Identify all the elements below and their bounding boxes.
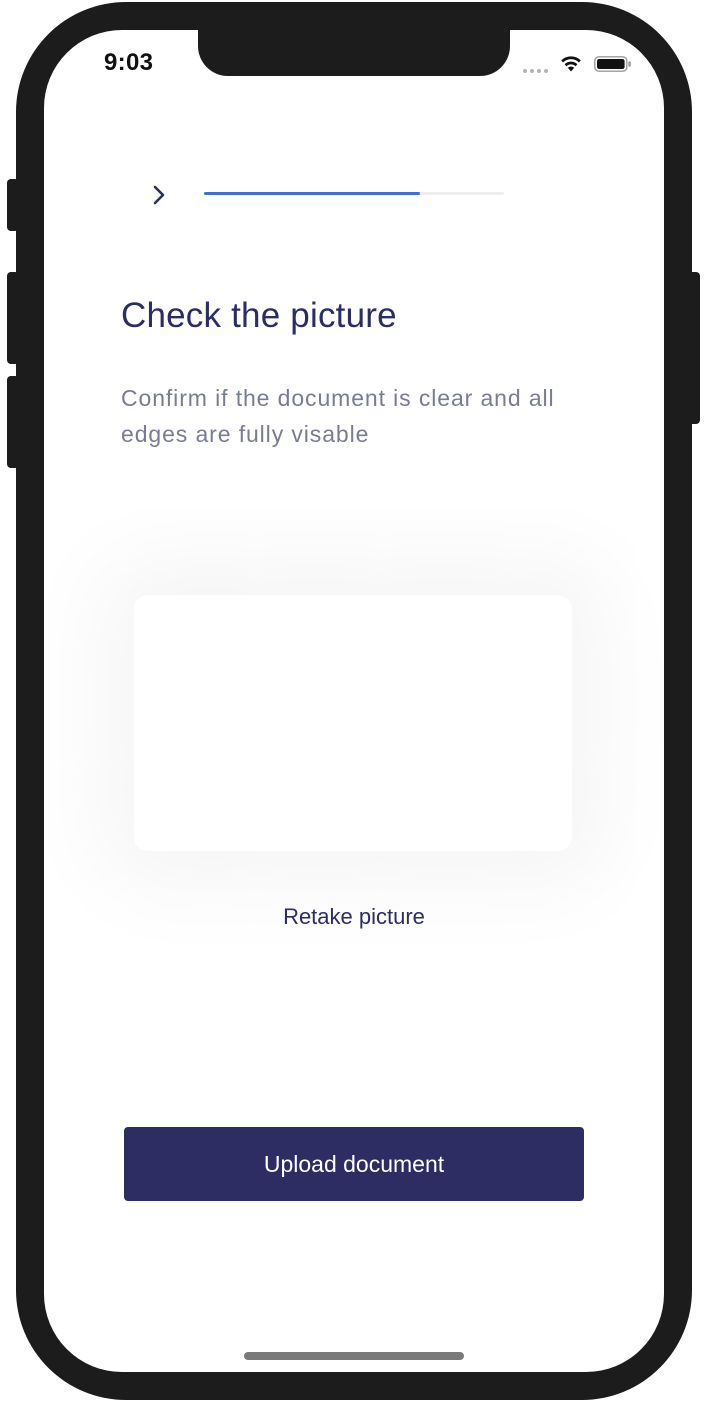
- wifi-icon: [561, 56, 581, 72]
- chevron-right-icon[interactable]: [146, 180, 172, 210]
- retake-picture-button[interactable]: Retake picture: [234, 904, 474, 930]
- signal-dots-icon: [523, 68, 551, 74]
- page-subtitle: Confirm if the document is clear and all…: [121, 385, 555, 447]
- home-indicator: [244, 1352, 464, 1360]
- device-notch: [198, 30, 510, 76]
- battery-icon: [594, 56, 631, 72]
- document-preview-card: [134, 595, 572, 851]
- progress-bar: [204, 192, 504, 195]
- page-title: Check the picture: [121, 296, 397, 335]
- progress-bar-fill: [204, 192, 420, 195]
- upload-document-button[interactable]: Upload document: [124, 1127, 584, 1201]
- status-time: 9:03: [104, 49, 154, 76]
